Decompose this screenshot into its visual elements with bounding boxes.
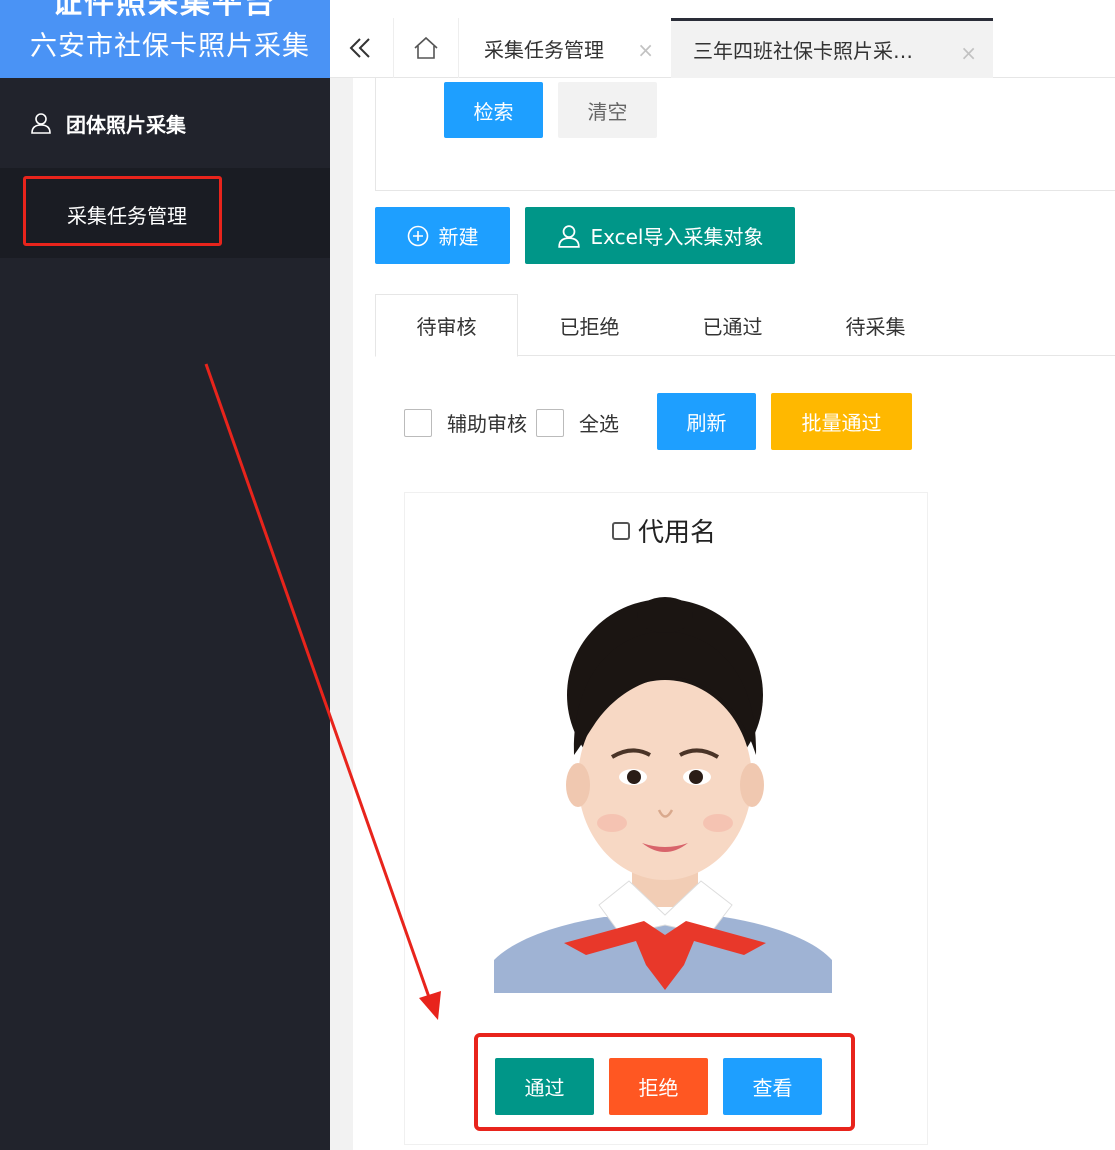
tab-pending-collection[interactable]: 待采集 [804, 294, 947, 356]
sidebar: 证件照采集平台 六安市社保卡照片采集 团体照片采集 采集任务管理 [0, 0, 330, 1150]
collapse-sidebar-button[interactable] [330, 18, 390, 78]
new-button-label: 新建 [438, 225, 479, 249]
excel-import-button[interactable]: Excel导入采集对象 [525, 207, 795, 264]
select-all-checkbox[interactable] [536, 409, 564, 437]
user-icon [31, 113, 51, 134]
refresh-button[interactable]: 刷新 [657, 393, 756, 450]
excel-import-label: Excel导入采集对象 [590, 225, 764, 249]
brand-title: 证件照采集平台 [52, 0, 276, 21]
card-name: 代用名 [638, 518, 717, 548]
brand-header: 证件照采集平台 六安市社保卡照片采集 [0, 0, 330, 78]
search-button[interactable]: 检索 [444, 82, 543, 138]
tab-label: 三年四班社保卡照片采… [693, 39, 913, 63]
tab-label: 采集任务管理 [484, 37, 604, 62]
sidebar-group-label: 团体照片采集 [66, 112, 186, 137]
assist-review-checkbox[interactable] [404, 409, 432, 437]
status-tabs: 待审核 已拒绝 已通过 待采集 [375, 294, 1115, 357]
app-root: 证件照采集平台 六安市社保卡照片采集 团体照片采集 采集任务管理 采集任务管理 … [0, 0, 1115, 1150]
plus-circle-icon [407, 225, 428, 246]
batch-pass-button[interactable]: 批量通过 [771, 393, 912, 450]
double-chevron-left-icon [349, 38, 370, 58]
close-icon[interactable]: × [960, 41, 977, 65]
card-checkbox[interactable] [612, 521, 630, 540]
close-icon[interactable]: × [637, 38, 654, 62]
sidebar-group-photo-collection[interactable]: 团体照片采集 [0, 92, 330, 154]
annotation-highlight-sidebar [23, 176, 222, 246]
user-icon [557, 224, 580, 248]
id-photo [494, 585, 832, 993]
home-tab[interactable] [393, 18, 459, 78]
select-all-label: 全选 [579, 412, 619, 436]
assist-review-label: 辅助审核 [447, 412, 527, 436]
brand-subtitle: 六安市社保卡照片采集 [30, 31, 310, 62]
home-icon [414, 36, 438, 59]
tab-task-management[interactable]: 采集任务管理 × [460, 18, 670, 78]
clear-button[interactable]: 清空 [558, 82, 657, 138]
card-title: 代用名 [612, 512, 716, 549]
top-tab-bar: 采集任务管理 × 三年四班社保卡照片采… × [330, 0, 1115, 78]
tab-approved[interactable]: 已通过 [661, 294, 804, 356]
tab-rejected[interactable]: 已拒绝 [518, 294, 661, 356]
tab-class-photo-collection[interactable]: 三年四班社保卡照片采… × [671, 18, 993, 78]
new-button[interactable]: 新建 [375, 207, 510, 264]
tab-pending-review[interactable]: 待审核 [375, 294, 518, 357]
annotation-highlight-buttons [474, 1033, 855, 1131]
